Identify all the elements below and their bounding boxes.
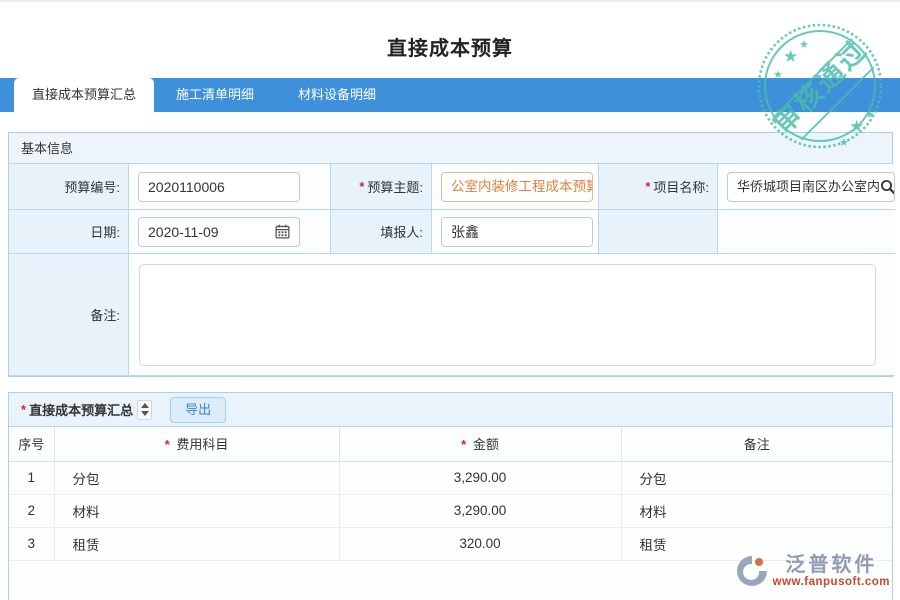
sort-spinner-icon[interactable] bbox=[137, 400, 152, 420]
col-amount-label: 金额 bbox=[473, 437, 499, 452]
date-label-cell: 日期: bbox=[9, 210, 129, 254]
filler-field-cell: 张鑫 bbox=[432, 210, 599, 254]
date-label: 日期: bbox=[90, 222, 120, 241]
row-amount: 3,290.00 bbox=[339, 461, 621, 494]
budget-no-input[interactable]: 2020110006 bbox=[138, 172, 300, 202]
brand-url[interactable]: www.fanpusoft.com bbox=[773, 576, 890, 588]
col-header-remark: 备注 bbox=[621, 427, 892, 461]
sort-up-icon[interactable] bbox=[141, 403, 149, 408]
budget-no-label: 预算编号: bbox=[64, 177, 120, 196]
row-no: 1 bbox=[9, 461, 54, 494]
date-value: 2020-11-09 bbox=[148, 218, 219, 246]
basic-info-section-title: 基本信息 bbox=[9, 133, 892, 164]
table-row[interactable]: 2 材料 3,290.00 材料 bbox=[9, 494, 892, 527]
footer-brand: 泛普软件 www.fanpusoft.com bbox=[735, 554, 890, 588]
row-no: 2 bbox=[9, 494, 54, 527]
required-marker: * bbox=[165, 437, 170, 452]
project-name-label-cell: * 项目名称: bbox=[599, 164, 718, 210]
project-name-label: 项目名称: bbox=[653, 177, 709, 196]
basic-info-grid: 预算编号: 2020110006 * 预算主题: 公室内装修工程成本预算 * 项… bbox=[9, 164, 892, 376]
col-header-amount: * 金额 bbox=[339, 427, 621, 461]
col-remark-label: 备注 bbox=[744, 437, 770, 452]
row-amount: 3,290.00 bbox=[339, 494, 621, 527]
budget-subject-link[interactable]: 公室内装修工程成本预算 bbox=[441, 172, 593, 202]
row-subject: 分包 bbox=[54, 461, 339, 494]
row-remark: 材料 bbox=[621, 494, 892, 527]
filler-input[interactable]: 张鑫 bbox=[441, 217, 593, 247]
col-header-no: 序号 bbox=[9, 427, 54, 461]
project-name-value: 华侨城项目南区办公室内 bbox=[737, 173, 880, 201]
fanpu-logo-icon bbox=[735, 554, 769, 588]
row-subject: 材料 bbox=[54, 494, 339, 527]
remark-label: 备注: bbox=[90, 305, 120, 324]
required-marker: * bbox=[359, 179, 364, 194]
required-marker: * bbox=[461, 437, 466, 452]
tab-bar: 直接成本预算汇总 施工清单明细 材料设备明细 bbox=[0, 78, 900, 112]
col-no-label: 序号 bbox=[18, 437, 44, 452]
required-marker: * bbox=[645, 179, 650, 194]
row-remark: 分包 bbox=[621, 461, 892, 494]
page: 直接成本预算 直接成本预算汇总 施工清单明细 材料设备明细 基本信息 预算编号:… bbox=[0, 0, 900, 600]
project-name-field-cell: 华侨城项目南区办公室内 bbox=[718, 164, 895, 210]
project-name-input[interactable]: 华侨城项目南区办公室内 bbox=[727, 172, 895, 202]
remark-field-cell bbox=[129, 254, 895, 376]
date-field-cell: 2020-11-09 bbox=[129, 210, 331, 254]
summary-header-row: 序号 * 费用科目 * 金额 备注 bbox=[9, 427, 892, 461]
remark-label-cell: 备注: bbox=[9, 254, 129, 376]
brand-name: 泛普软件 bbox=[785, 555, 877, 576]
budget-no-label-cell: 预算编号: bbox=[9, 164, 129, 210]
row-no: 3 bbox=[9, 527, 54, 560]
tab-material-equipment-detail[interactable]: 材料设备明细 bbox=[276, 78, 398, 112]
summary-section-title: 直接成本预算汇总 bbox=[29, 400, 133, 419]
basic-info-panel: 基本信息 预算编号: 2020110006 * 预算主题: 公室内装修工程成本预… bbox=[8, 132, 893, 377]
budget-subject-label-cell: * 预算主题: bbox=[331, 164, 432, 210]
remark-textarea[interactable] bbox=[139, 264, 876, 366]
tab-direct-cost-summary[interactable]: 直接成本预算汇总 bbox=[14, 78, 154, 116]
budget-no-field-cell: 2020110006 bbox=[129, 164, 331, 210]
budget-subject-label: 预算主题: bbox=[367, 177, 423, 196]
sort-down-icon[interactable] bbox=[141, 411, 149, 416]
tab-construction-list-detail[interactable]: 施工清单明细 bbox=[154, 78, 276, 112]
calendar-icon[interactable] bbox=[275, 224, 290, 239]
row-amount: 320.00 bbox=[339, 527, 621, 560]
filler-label: 填报人: bbox=[380, 222, 423, 241]
summary-table: 序号 * 费用科目 * 金额 备注 1 分包 3,290.00 分包 bbox=[9, 427, 892, 561]
table-row[interactable]: 1 分包 3,290.00 分包 bbox=[9, 461, 892, 494]
empty-field-cell bbox=[718, 210, 895, 254]
empty-label-cell bbox=[599, 210, 718, 254]
row-subject: 租赁 bbox=[54, 527, 339, 560]
export-button[interactable]: 导出 bbox=[170, 397, 226, 423]
col-subject-label: 费用科目 bbox=[176, 437, 228, 452]
budget-subject-field-cell: 公室内装修工程成本预算 bbox=[432, 164, 599, 210]
page-title: 直接成本预算 bbox=[0, 32, 900, 61]
filler-label-cell: 填报人: bbox=[331, 210, 432, 254]
date-input[interactable]: 2020-11-09 bbox=[138, 217, 300, 247]
search-icon[interactable] bbox=[880, 179, 895, 195]
required-marker: * bbox=[21, 402, 26, 417]
col-header-subject: * 费用科目 bbox=[54, 427, 339, 461]
summary-title-bar: * 直接成本预算汇总 导出 bbox=[9, 393, 892, 427]
